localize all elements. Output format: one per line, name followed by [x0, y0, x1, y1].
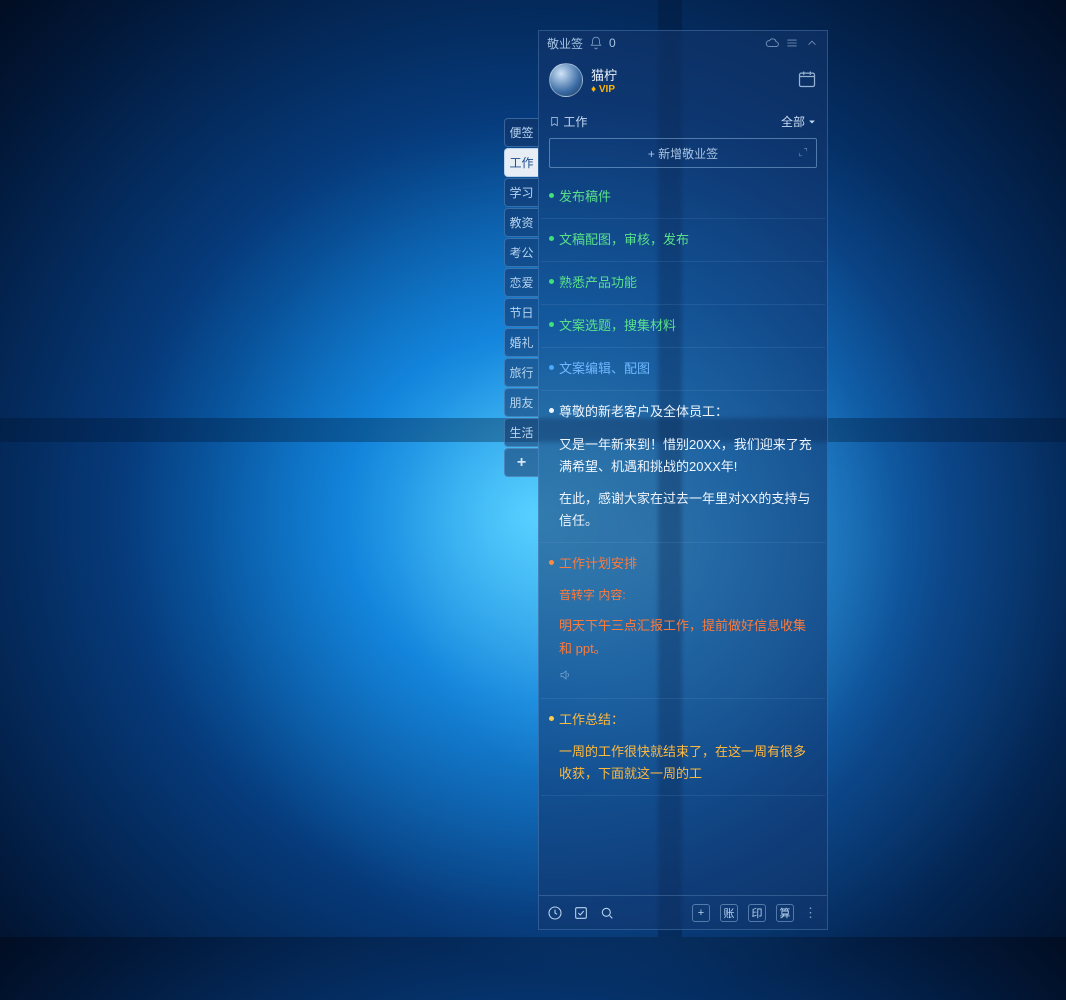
collapse-up-icon[interactable] — [805, 36, 819, 50]
status-dot — [549, 716, 554, 721]
status-dot — [549, 193, 554, 198]
note-text: 明天下午三点汇报工作，提前做好信息收集和 ppt。 — [559, 615, 813, 659]
add-note-label: + 新增敬业签 — [648, 145, 718, 162]
notification-count: 0 — [609, 36, 616, 50]
category-name: 工作 — [563, 113, 587, 130]
sidebar-tab-notes[interactable]: 便签 — [504, 118, 538, 147]
note-item[interactable]: 文稿配图，审核，发布 — [541, 219, 825, 262]
note-item[interactable]: 发布稿件 — [541, 176, 825, 219]
calendar-icon[interactable] — [797, 69, 817, 92]
vip-badge: ♦ VIP — [591, 84, 617, 95]
sidebar-add-tab[interactable]: + — [504, 448, 538, 477]
sidebar-tab-exam[interactable]: 考公 — [504, 238, 538, 267]
main-panel: 敬业签 0 猫柠 ♦ VIP 工作 全部 — [538, 30, 828, 930]
account-button[interactable]: 账 — [720, 904, 738, 922]
sidebar-tab-festival[interactable]: 节日 — [504, 298, 538, 327]
notes-list: 发布稿件 文稿配图，审核，发布 熟悉产品功能 文案选题，搜集材料 文案编辑、配图… — [539, 176, 827, 895]
category-row: 工作 全部 — [539, 107, 827, 134]
print-button[interactable]: 印 — [748, 904, 766, 922]
note-text: 文案选题，搜集材料 — [559, 315, 813, 337]
note-text: 一周的工作很快就结束了，在这一周有很多收获，下面就这一周的工 — [559, 741, 813, 785]
app-title: 敬业签 — [547, 35, 583, 52]
note-text: 工作总结： — [559, 709, 813, 731]
sidebar-tab-travel[interactable]: 旅行 — [504, 358, 538, 387]
bookmark-icon — [549, 115, 560, 129]
filter-dropdown[interactable]: 全部 — [781, 113, 817, 130]
status-dot — [549, 236, 554, 241]
profile-row: 猫柠 ♦ VIP — [539, 55, 827, 107]
note-text: 文稿配图，审核，发布 — [559, 229, 813, 251]
sidebar-tab-life[interactable]: 生活 — [504, 418, 538, 447]
search-icon[interactable] — [599, 905, 615, 921]
menu-icon[interactable] — [785, 36, 799, 50]
note-text: 文案编辑、配图 — [559, 358, 813, 380]
category-sidebar: 便签 工作 学习 教资 考公 恋爱 节日 婚礼 旅行 朋友 生活 + — [504, 118, 538, 477]
avatar[interactable] — [549, 63, 583, 97]
note-item[interactable]: 熟悉产品功能 — [541, 262, 825, 305]
username: 猫柠 — [591, 65, 617, 84]
note-item[interactable]: 工作总结： 一周的工作很快就结束了，在这一周有很多收获，下面就这一周的工 — [541, 699, 825, 796]
expand-icon — [798, 146, 808, 160]
note-text: 在此，感谢大家在过去一年里对XX的支持与信任。 — [559, 488, 813, 532]
note-item[interactable]: 文案选题，搜集材料 — [541, 305, 825, 348]
cloud-sync-icon[interactable] — [765, 36, 779, 50]
note-item[interactable]: 尊敬的新老客户及全体员工： 又是一年新来到！惜别20XX，我们迎来了充满希望、机… — [541, 391, 825, 542]
bell-icon[interactable] — [589, 36, 603, 50]
sidebar-tab-wedding[interactable]: 婚礼 — [504, 328, 538, 357]
more-icon[interactable]: ⋮ — [804, 905, 819, 921]
clock-icon[interactable] — [547, 905, 563, 921]
note-item[interactable]: 文案编辑、配图 — [541, 348, 825, 391]
audio-icon[interactable] — [559, 666, 813, 688]
sidebar-tab-teach[interactable]: 教资 — [504, 208, 538, 237]
status-dot — [549, 279, 554, 284]
title-bar: 敬业签 0 — [539, 31, 827, 55]
status-dot — [549, 322, 554, 327]
note-text: 熟悉产品功能 — [559, 272, 813, 294]
note-text: 发布稿件 — [559, 186, 813, 208]
checklist-icon[interactable] — [573, 905, 589, 921]
note-text: 音转字 内容: — [559, 585, 813, 605]
add-note-button[interactable]: + 新增敬业签 — [549, 138, 817, 168]
note-item[interactable]: 工作计划安排 音转字 内容: 明天下午三点汇报工作，提前做好信息收集和 ppt。 — [541, 543, 825, 699]
sidebar-tab-work[interactable]: 工作 — [504, 148, 538, 177]
status-dot — [549, 408, 554, 413]
sidebar-tab-love[interactable]: 恋爱 — [504, 268, 538, 297]
status-dot — [549, 365, 554, 370]
note-text: 又是一年新来到！惜别20XX，我们迎来了充满希望、机遇和挑战的20XX年! — [559, 434, 813, 478]
sidebar-tab-study[interactable]: 学习 — [504, 178, 538, 207]
note-text: 尊敬的新老客户及全体员工： — [559, 401, 813, 423]
bottom-toolbar: + 账 印 算 ⋮ — [539, 895, 827, 929]
calc-button[interactable]: 算 — [776, 904, 794, 922]
note-text: 工作计划安排 — [559, 553, 813, 575]
add-button[interactable]: + — [692, 904, 710, 922]
status-dot — [549, 560, 554, 565]
sidebar-tab-friends[interactable]: 朋友 — [504, 388, 538, 417]
